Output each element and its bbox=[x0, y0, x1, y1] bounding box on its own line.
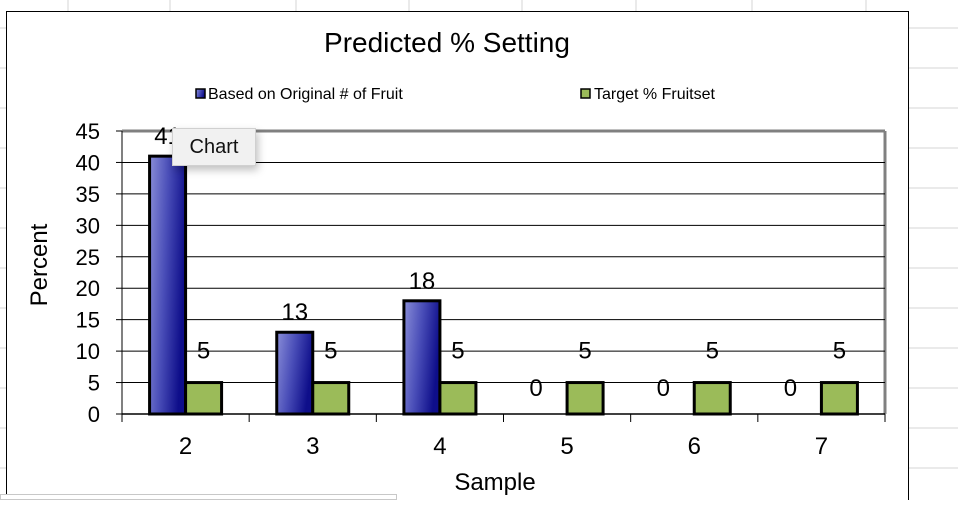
data-label: 0 bbox=[784, 375, 797, 402]
x-axis-label: Sample bbox=[454, 469, 535, 496]
data-label: 5 bbox=[324, 338, 337, 365]
data-label: 5 bbox=[578, 338, 591, 365]
x-tick-label: 7 bbox=[815, 433, 828, 460]
legend-label-series-2: Target % Fruitset bbox=[594, 86, 715, 103]
y-tick-label: 30 bbox=[76, 213, 100, 238]
y-axis-label: Percent bbox=[26, 223, 53, 306]
y-tick-label: 40 bbox=[76, 150, 100, 175]
y-tick-label: 15 bbox=[76, 308, 100, 333]
data-label: 5 bbox=[706, 338, 719, 365]
y-tick-label: 45 bbox=[76, 119, 100, 144]
bar-original bbox=[148, 154, 188, 416]
chart-tooltip: Chart bbox=[172, 128, 256, 166]
bar-target bbox=[311, 381, 351, 416]
x-tick-label: 4 bbox=[433, 433, 446, 460]
y-axis-ticks: 0 5 10 15 20 25 30 35 40 45 bbox=[76, 119, 123, 427]
data-label: 0 bbox=[529, 375, 542, 402]
y-tick-label: 5 bbox=[88, 371, 100, 396]
x-axis-ticks: 2 3 4 5 6 7 bbox=[121, 413, 886, 460]
legend-swatch-series-1 bbox=[195, 88, 206, 99]
legend-label-series-1: Based on Original # of Fruit bbox=[208, 86, 403, 103]
bar-target bbox=[819, 381, 859, 416]
bar-original bbox=[402, 299, 442, 416]
bar-target bbox=[692, 381, 732, 416]
x-tick-label: 2 bbox=[179, 433, 192, 460]
chart-title: Predicted % Setting bbox=[324, 27, 570, 58]
y-tick-label: 25 bbox=[76, 245, 100, 270]
bars: 415135185050505 bbox=[148, 123, 859, 416]
bar-chart: Predicted % Setting Based on Original # … bbox=[26, 27, 887, 496]
x-tick-label: 5 bbox=[560, 433, 573, 460]
y-tick-label: 0 bbox=[88, 402, 100, 427]
legend: Based on Original # of Fruit Target % Fr… bbox=[195, 86, 715, 103]
gridlines bbox=[122, 129, 887, 414]
data-label: 18 bbox=[409, 268, 436, 295]
data-label: 0 bbox=[657, 375, 670, 402]
data-label: 13 bbox=[281, 299, 308, 326]
bar-target bbox=[438, 381, 478, 416]
x-tick-label: 6 bbox=[688, 433, 701, 460]
y-tick-label: 20 bbox=[76, 276, 100, 301]
bar-target bbox=[184, 381, 224, 416]
x-tick-label: 3 bbox=[306, 433, 319, 460]
bar-target bbox=[565, 381, 605, 416]
legend-swatch-series-2 bbox=[580, 88, 591, 99]
y-tick-label: 35 bbox=[76, 182, 100, 207]
sheet-cell-outline bbox=[0, 494, 397, 500]
data-label: 5 bbox=[451, 338, 464, 365]
data-label: 5 bbox=[197, 338, 210, 365]
y-tick-label: 10 bbox=[76, 339, 100, 364]
data-label: 5 bbox=[833, 338, 846, 365]
bar-original bbox=[275, 330, 315, 416]
